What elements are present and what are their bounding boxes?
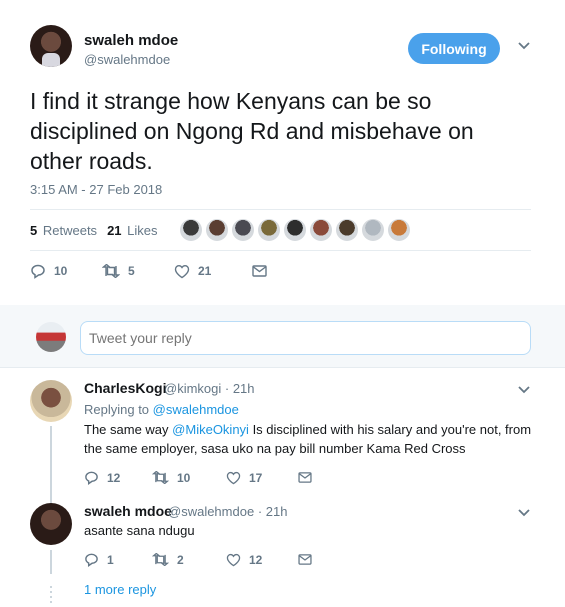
- reply-avatar[interactable]: [30, 380, 72, 422]
- reply-actions: 12 10 17: [84, 470, 320, 485]
- likes-stat[interactable]: 21 Likes: [107, 223, 157, 238]
- like-action[interactable]: 12: [226, 553, 298, 567]
- reply-text: The same way @MikeOkinyi Is disciplined …: [84, 420, 544, 458]
- reply-count: 12: [107, 470, 121, 485]
- likes-label: Likes: [127, 222, 158, 238]
- liker-avatar[interactable]: [179, 219, 202, 241]
- reply-author-name[interactable]: CharlesKogi: [84, 380, 166, 396]
- retweet-action[interactable]: 10: [152, 471, 226, 485]
- liker-avatar[interactable]: [387, 219, 410, 241]
- retweet-count: 5: [128, 264, 135, 278]
- reply-actions: 1 2 12: [84, 552, 320, 567]
- tweet-stats: 5 Retweets 21 Likes: [30, 209, 531, 251]
- thread-dots: [50, 586, 52, 604]
- heart-icon: [226, 471, 241, 484]
- message-action[interactable]: [298, 472, 320, 483]
- heart-icon: [226, 553, 241, 566]
- author-handle[interactable]: @swalehmdoe: [84, 52, 170, 67]
- reply-action[interactable]: 1: [84, 552, 152, 567]
- reply-text-part: the same employer, sasa uko na pay bill …: [84, 441, 466, 456]
- like-count: 17: [249, 470, 263, 485]
- retweets-label: Retweets: [42, 222, 98, 238]
- reply-icon: [85, 471, 98, 485]
- retweet-icon: [152, 471, 169, 484]
- author-avatar[interactable]: [30, 25, 72, 67]
- message-action[interactable]: [298, 554, 320, 565]
- reply-icon: [31, 264, 45, 279]
- main-tweet: swaleh mdoe @swalehmdoe Following I find…: [0, 0, 565, 305]
- retweets-count: 5: [30, 222, 38, 238]
- envelope-icon: [298, 472, 312, 483]
- liker-avatar[interactable]: [361, 219, 384, 241]
- liker-avatar[interactable]: [231, 219, 254, 241]
- chevron-down-icon[interactable]: [518, 509, 530, 517]
- replying-to-link[interactable]: @swalehmdoe: [153, 402, 239, 417]
- tweet-reply-input[interactable]: [80, 321, 531, 355]
- retweet-icon: [102, 264, 120, 278]
- reply-author-handle[interactable]: @swalehmdoe · 21h: [168, 504, 287, 519]
- retweet-count: 10: [177, 470, 191, 485]
- mention-link[interactable]: @MikeOkinyi: [172, 422, 249, 437]
- following-button[interactable]: Following: [408, 33, 500, 64]
- reply-author-handle[interactable]: @kimkogi · 21h: [164, 381, 255, 396]
- reply-text: asante sana ndugu: [84, 523, 195, 538]
- envelope-icon: [252, 265, 267, 277]
- reply-time: · 21h: [224, 381, 255, 396]
- reply-handle-text: @swalehmdoe: [168, 504, 255, 519]
- message-action[interactable]: [252, 265, 275, 277]
- likers-avatars: [179, 219, 414, 241]
- tweet-timestamp[interactable]: 3:15 AM - 27 Feb 2018: [30, 182, 162, 197]
- liker-avatar[interactable]: [309, 219, 332, 241]
- heart-icon: [174, 264, 190, 278]
- more-replies-link[interactable]: 1 more reply: [84, 582, 156, 597]
- reply-action[interactable]: 10: [30, 263, 102, 279]
- reply-handle-text: @kimkogi: [164, 381, 222, 396]
- tweet-text: I find it strange how Kenyans can be so …: [30, 88, 474, 174]
- envelope-icon: [298, 554, 312, 565]
- reply-text-part: The same way: [84, 422, 169, 437]
- liker-avatar[interactable]: [257, 219, 280, 241]
- replying-to-prefix: Replying to: [84, 402, 150, 417]
- chevron-down-icon[interactable]: [518, 386, 530, 394]
- retweet-count: 2: [177, 552, 184, 567]
- liker-avatar[interactable]: [283, 219, 306, 241]
- liker-avatar[interactable]: [335, 219, 358, 241]
- retweet-action[interactable]: 5: [102, 264, 174, 278]
- author-name[interactable]: swaleh mdoe: [84, 32, 178, 49]
- retweet-icon: [152, 553, 169, 566]
- reply-compose: [0, 305, 565, 368]
- chevron-down-icon[interactable]: [518, 42, 530, 50]
- reply-icon: [85, 553, 98, 567]
- retweets-stat[interactable]: 5 Retweets: [30, 223, 97, 238]
- reply-author-name[interactable]: swaleh mdoe: [84, 503, 172, 519]
- reply-item[interactable]: swaleh mdoe @swalehmdoe · 21h asante san…: [0, 490, 565, 580]
- reply-time: · 21h: [257, 504, 288, 519]
- replying-to: Replying to @swalehmdoe: [84, 400, 239, 419]
- liker-avatar[interactable]: [205, 219, 228, 241]
- reply-avatar[interactable]: [30, 503, 72, 545]
- retweet-action[interactable]: 2: [152, 553, 226, 567]
- reply-text-part: Is disciplined with his salary and you'r…: [252, 422, 532, 437]
- like-count: 12: [249, 552, 263, 567]
- reply-action[interactable]: 12: [84, 470, 152, 485]
- likes-count: 21: [107, 222, 122, 238]
- reply-count: 10: [54, 264, 68, 278]
- reply-count: 1: [107, 552, 114, 567]
- tweet-actions: 10 5 21: [30, 263, 275, 279]
- like-count: 21: [198, 264, 212, 278]
- like-action[interactable]: 21: [174, 264, 252, 279]
- reply-item[interactable]: CharlesKogi @kimkogi · 21h Replying to @…: [0, 368, 565, 490]
- user-avatar: [36, 322, 66, 352]
- like-action[interactable]: 17: [226, 471, 298, 485]
